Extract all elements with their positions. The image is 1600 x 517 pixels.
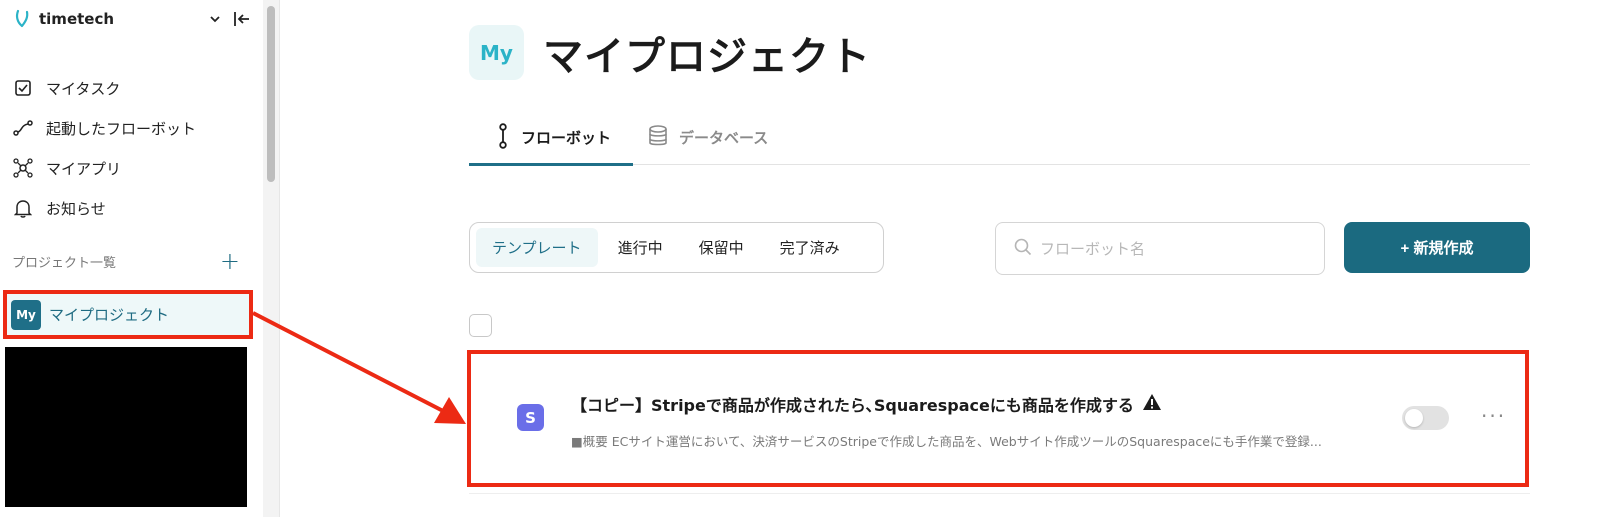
toggle-knob — [1405, 409, 1423, 427]
flowbot-description: ■概要 ECサイト運営において、決済サービスのStripeで作成した商品を、We… — [571, 434, 1322, 449]
filter-on-hold[interactable]: 保留中 — [683, 228, 760, 267]
flowbot-toggle[interactable] — [1402, 406, 1449, 430]
flowbot-title: 【コピー】Stripeで商品が作成されたら､Squarespaceにも商品を作成… — [571, 396, 1134, 415]
checkbox-icon — [12, 77, 34, 99]
active-tab-indicator — [469, 163, 633, 166]
bell-icon — [12, 197, 34, 219]
sidebar-scrollbar[interactable] — [263, 0, 279, 517]
search-icon — [1014, 238, 1032, 260]
create-new-button[interactable]: + 新規作成 — [1344, 222, 1530, 273]
tab-label: データベース — [679, 129, 769, 147]
sidebar-item-notifications[interactable]: お知らせ — [12, 188, 196, 228]
tab-label: フローボット — [521, 129, 612, 147]
next-card-edge — [469, 493, 1530, 517]
project-label: マイプロジェクト — [49, 306, 170, 324]
filter-completed[interactable]: 完了済み — [764, 228, 856, 267]
warning-icon — [1142, 393, 1162, 415]
filter-in-progress[interactable]: 進行中 — [602, 228, 679, 267]
search-box — [995, 222, 1325, 275]
status-filter-group: テンプレート 進行中 保留中 完了済み — [469, 222, 884, 273]
more-options-icon[interactable]: ··· — [1481, 404, 1506, 428]
scrollbar-thumb[interactable] — [267, 6, 275, 182]
database-icon — [647, 124, 669, 152]
sidebar-nav: マイタスク 起動したフローボット マイアプリ お知らせ — [12, 68, 196, 228]
flowbot-title-row: 【コピー】Stripeで商品が作成されたら､Squarespaceにも商品を作成… — [571, 392, 1162, 416]
sidebar-item-label: マイタスク — [46, 79, 121, 98]
sidebar: timetech マイタスク 起動したフローボット マイアプリ お知らせ プロジ… — [0, 0, 263, 517]
workspace-switcher[interactable]: timetech — [14, 9, 114, 29]
chevron-down-icon[interactable] — [208, 11, 222, 30]
project-list-header: プロジェクト一覧 + — [12, 249, 240, 273]
project-list-title: プロジェクト一覧 — [12, 255, 117, 271]
collapse-sidebar-icon[interactable] — [232, 9, 252, 33]
sidebar-item-my-apps[interactable]: マイアプリ — [12, 148, 196, 188]
page-title: マイプロジェクト — [543, 34, 871, 80]
sidebar-item-launched-flows[interactable]: 起動したフローボット — [12, 108, 196, 148]
sidebar-item-my-project[interactable]: My マイプロジェクト — [3, 290, 253, 339]
workspace-name: timetech — [39, 10, 115, 28]
apps-icon — [12, 157, 34, 179]
flow-icon — [12, 117, 34, 139]
flowbot-card[interactable]: S 【コピー】Stripeで商品が作成されたら､Squarespaceにも商品を… — [467, 350, 1529, 487]
search-input[interactable] — [1040, 239, 1300, 258]
stripe-app-icon: S — [517, 404, 544, 431]
filter-template[interactable]: テンプレート — [476, 228, 598, 267]
tab-flowbot[interactable]: フローボット — [495, 110, 611, 165]
redacted-area — [5, 347, 247, 507]
sidebar-item-my-tasks[interactable]: マイタスク — [12, 68, 196, 108]
project-icon: My — [469, 25, 524, 80]
sidebar-item-label: マイアプリ — [46, 159, 122, 178]
app-window: timetech マイタスク 起動したフローボット マイアプリ お知らせ プロジ… — [0, 0, 1600, 517]
divider — [279, 0, 280, 517]
project-avatar: My — [11, 299, 41, 330]
timetech-logo-icon — [14, 9, 32, 29]
flow-node-icon — [495, 122, 511, 153]
tab-database[interactable]: データベース — [647, 110, 768, 165]
sidebar-item-label: お知らせ — [46, 199, 106, 218]
sidebar-item-label: 起動したフローボット — [46, 119, 197, 138]
select-all-checkbox[interactable] — [469, 314, 492, 337]
add-project-button[interactable]: + — [220, 249, 240, 273]
tab-bar: フローボット データベース — [469, 110, 1530, 166]
